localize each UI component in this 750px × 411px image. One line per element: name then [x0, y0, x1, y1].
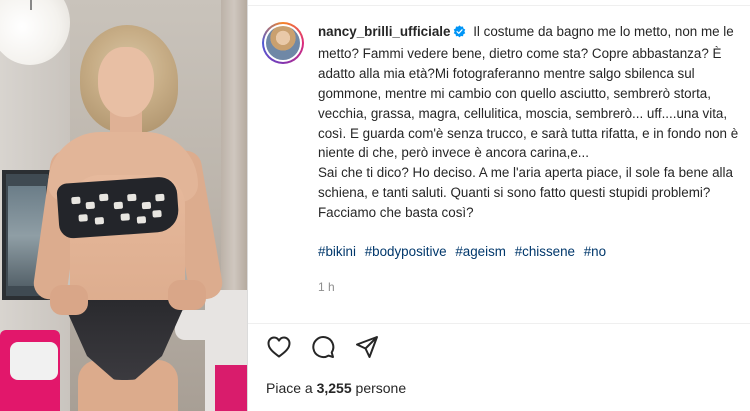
hashtag[interactable]: #no [584, 244, 606, 259]
post-photo[interactable] [0, 0, 247, 411]
face [98, 47, 154, 117]
caption-body: nancy_brilli_ufficiale Il costume da bag… [318, 22, 742, 298]
like-button[interactable] [266, 334, 292, 360]
pink-cushion [215, 365, 247, 411]
hashtag-list: #bikini #bodypositive #ageism #chissene … [318, 242, 742, 262]
hashtag[interactable]: #ageism [455, 244, 506, 259]
sofa-arm [175, 310, 215, 340]
caption: nancy_brilli_ufficiale Il costume da bag… [262, 22, 742, 298]
post-details: nancy_brilli_ufficiale Il costume da bag… [247, 0, 750, 411]
avatar-image [266, 26, 300, 60]
verified-badge-icon [453, 24, 466, 44]
lamp-wire [30, 0, 32, 10]
likes-suffix: persone [355, 380, 407, 396]
hand-right [168, 280, 206, 310]
hashtag[interactable]: #chissene [515, 244, 575, 259]
hand-left [50, 285, 88, 315]
curtain [221, 0, 247, 300]
instagram-post: nancy_brilli_ufficiale Il costume da bag… [0, 0, 750, 411]
hashtag[interactable]: #bodypositive [365, 244, 447, 259]
hashtag[interactable]: #bikini [318, 244, 356, 259]
likes-prefix: Piace a [266, 380, 313, 396]
likes-count[interactable]: Piace a 3,255 persone [266, 380, 406, 396]
heart-icon [267, 336, 291, 358]
bikini-top [56, 175, 180, 240]
share-icon [356, 336, 378, 358]
comment-icon [312, 336, 335, 359]
username[interactable]: nancy_brilli_ufficiale [318, 24, 450, 39]
action-bar [266, 334, 380, 360]
header-strip [248, 0, 750, 6]
post-timestamp: 1 h [318, 279, 335, 294]
comment-button[interactable] [310, 334, 336, 360]
likes-number: 3,255 [316, 380, 352, 396]
caption-text: Il costume da bagno me lo metto, non me … [318, 24, 739, 221]
share-button[interactable] [354, 334, 380, 360]
avatar[interactable] [262, 22, 304, 64]
cushion [10, 342, 58, 380]
avatar-ring [264, 24, 302, 62]
divider [248, 323, 750, 324]
